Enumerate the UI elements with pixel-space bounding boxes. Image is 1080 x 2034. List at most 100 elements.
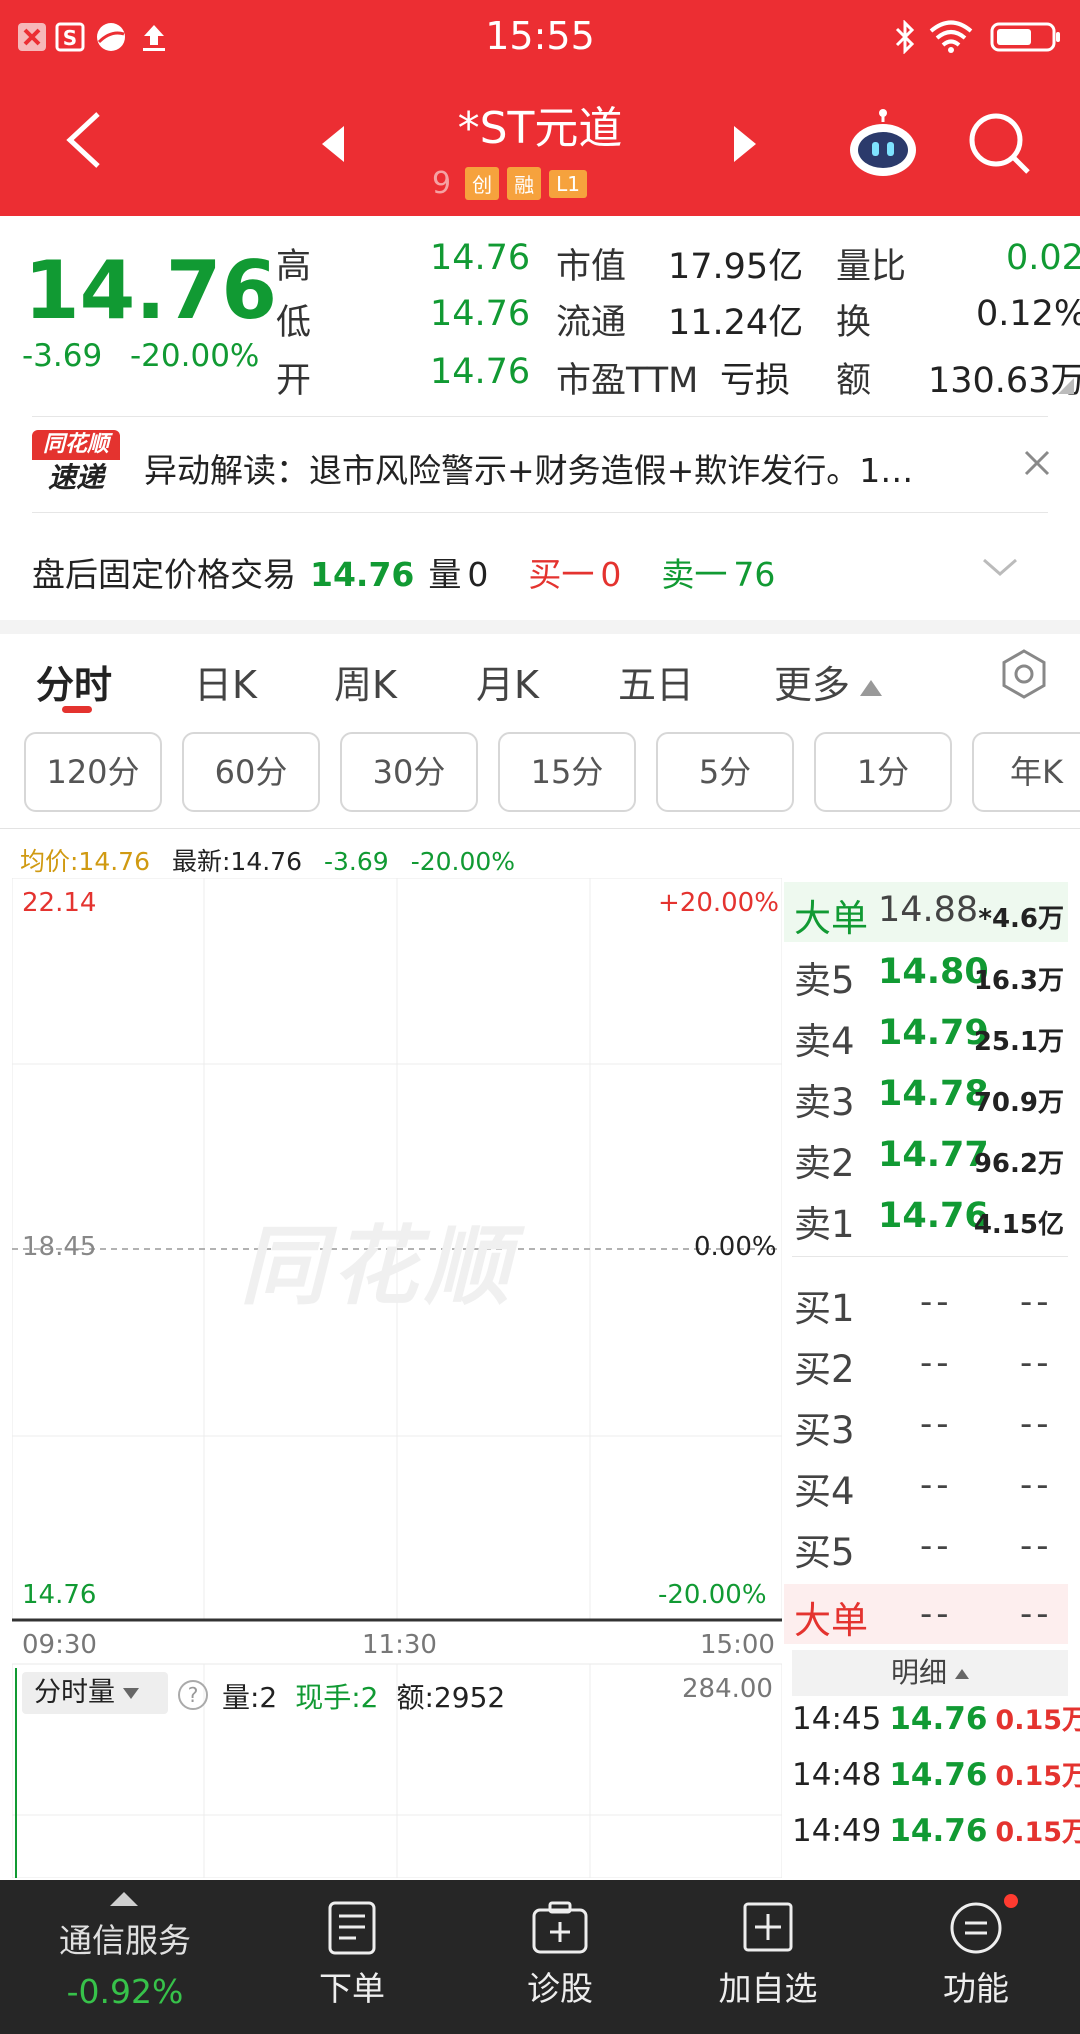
volume-readout: 量:2 bbox=[222, 1681, 278, 1714]
buy-5-row[interactable]: 买5 -- -- bbox=[784, 1516, 1068, 1576]
period-1min[interactable]: 1分 bbox=[814, 732, 952, 812]
time-start-label: 09:30 bbox=[22, 1630, 97, 1660]
price-low-label: 14.76 bbox=[22, 1580, 97, 1610]
diagnose-stock-button[interactable]: 诊股 bbox=[480, 1900, 640, 2010]
chevron-down-icon[interactable] bbox=[980, 552, 1020, 582]
pct-high-label: +20.00% bbox=[658, 888, 779, 918]
notification-dot bbox=[1004, 1894, 1018, 1908]
tab-weekly-k[interactable]: 周K bbox=[334, 654, 397, 709]
sell-2-row[interactable]: 卖2 14.77 96.2万 bbox=[784, 1127, 1068, 1187]
settings-hexagon-icon[interactable] bbox=[998, 648, 1050, 700]
quote-label-low: 低 bbox=[276, 303, 312, 343]
quote-value-float: 11.24亿 bbox=[668, 303, 804, 343]
active-tab-indicator bbox=[62, 706, 92, 713]
sector-name[interactable]: 通信服务 bbox=[0, 1914, 250, 1962]
divider bbox=[32, 512, 1048, 513]
big-order-top[interactable]: 大单 14.88 *4.6万 bbox=[784, 882, 1068, 942]
menu-circle-icon bbox=[950, 1902, 1002, 1954]
search-icon[interactable] bbox=[964, 108, 1034, 178]
bluetooth-icon bbox=[895, 20, 915, 54]
status-bar: S 15:55 bbox=[0, 0, 1080, 72]
amount-readout: 额:2952 bbox=[396, 1681, 506, 1714]
book-divider bbox=[792, 1256, 1068, 1257]
sell-3-row[interactable]: 卖3 14.78 70.9万 bbox=[784, 1066, 1068, 1126]
intraday-chart[interactable] bbox=[12, 878, 782, 1878]
after-hours-vol: 0 bbox=[467, 555, 489, 594]
quote-value-open: 14.76 bbox=[430, 352, 531, 392]
stock-code: 9 bbox=[432, 166, 454, 201]
price-change: -3.69 bbox=[22, 338, 103, 374]
pct-mid-label: 0.00% bbox=[694, 1232, 777, 1262]
triangle-up-icon bbox=[860, 679, 883, 696]
add-square-icon bbox=[743, 1902, 793, 1952]
add-watchlist-button[interactable]: 加自选 bbox=[688, 1900, 848, 2010]
period-120min[interactable]: 120分 bbox=[24, 732, 162, 812]
quote-value-volume-ratio: 0.02 bbox=[1006, 238, 1080, 278]
volume-info: 量:2 现手:2 额:2952 bbox=[222, 1676, 523, 1716]
volume-indicator-selector[interactable]: 分时量 bbox=[22, 1672, 168, 1714]
news-headline[interactable]: 异动解读：退市风险警示+财务造假+欺诈发行。1… bbox=[144, 444, 964, 492]
tick-row: 14:49 14.76 0.15万 bbox=[792, 1813, 1080, 1849]
pct-low-label: -20.00% bbox=[658, 1580, 767, 1610]
tab-daily-k[interactable]: 日K bbox=[194, 654, 257, 709]
wifi-icon bbox=[929, 20, 973, 53]
period-5min[interactable]: 5分 bbox=[656, 732, 794, 812]
price-change-pct: -20.00% bbox=[130, 338, 260, 374]
tab-five-day[interactable]: 五日 bbox=[618, 654, 694, 709]
tick-row: 14:45 14.76 0.15万 bbox=[792, 1701, 1080, 1737]
quote-label-float: 流通 bbox=[556, 303, 627, 343]
expand-up-icon[interactable] bbox=[110, 1892, 138, 1906]
order-form-icon bbox=[328, 1901, 376, 1955]
help-icon[interactable]: ? bbox=[178, 1680, 208, 1710]
quote-label-pe: 市盈TTM bbox=[556, 361, 699, 401]
quote-label-volume-ratio: 量比 bbox=[836, 247, 907, 287]
big-order-bottom[interactable]: 大单 -- -- bbox=[784, 1584, 1068, 1644]
quote-value-market-cap: 17.95亿 bbox=[668, 247, 804, 287]
tab-intraday[interactable]: 分时 bbox=[36, 654, 112, 709]
tick-row: 14:48 14.76 0.15万 bbox=[792, 1757, 1080, 1793]
status-time: 15:55 bbox=[485, 14, 595, 58]
watermark: 同花顺 bbox=[240, 1217, 516, 1317]
tab-more[interactable]: 更多 bbox=[774, 654, 883, 709]
period-tabs: 120分 60分 30分 15分 5分 1分 年K bbox=[0, 732, 1080, 812]
quote-label-market-cap: 市值 bbox=[556, 247, 627, 287]
period-60min[interactable]: 60分 bbox=[182, 732, 320, 812]
bottom-toolbar: 通信服务 -0.92% 下单 诊股 加自选 功能 bbox=[0, 1880, 1080, 2034]
period-15min[interactable]: 15分 bbox=[498, 732, 636, 812]
latest-price-readout: 最新:14.76 bbox=[172, 847, 302, 876]
sell-1-row[interactable]: 卖1 14.76 4.15亿 bbox=[784, 1188, 1068, 1248]
price-high-label: 22.14 bbox=[22, 888, 97, 918]
sector-change-pct: -0.92% bbox=[66, 1972, 184, 2011]
change-pct-readout: -20.00% bbox=[410, 847, 516, 876]
quote-label-open: 开 bbox=[276, 361, 312, 401]
after-hours-label: 盘后固定价格交易 bbox=[32, 555, 296, 594]
news-logo: 同花顺 速递 bbox=[32, 430, 120, 498]
sell-5-row[interactable]: 卖5 14.80 16.3万 bbox=[784, 944, 1068, 1004]
buy-3-row[interactable]: 买3 -- -- bbox=[784, 1394, 1068, 1454]
quote-value-high: 14.76 bbox=[430, 238, 531, 278]
quote-label-high: 高 bbox=[276, 247, 312, 287]
triangle-up-icon bbox=[955, 1669, 969, 1679]
period-yearly-k[interactable]: 年K bbox=[972, 732, 1080, 812]
detail-toggle[interactable]: 明细 bbox=[792, 1650, 1068, 1696]
after-hours-sell1: 76 bbox=[733, 555, 776, 594]
tab-monthly-k[interactable]: 月K bbox=[476, 654, 539, 709]
divider bbox=[0, 828, 1080, 829]
time-end-label: 15:00 bbox=[700, 1630, 775, 1660]
buy-4-row[interactable]: 买4 -- -- bbox=[784, 1455, 1068, 1515]
robot-assistant-icon[interactable] bbox=[846, 108, 920, 182]
quote-value-turnover: 0.12% bbox=[976, 294, 1080, 334]
buy-2-row[interactable]: 买2 -- -- bbox=[784, 1333, 1068, 1393]
order-button[interactable]: 下单 bbox=[272, 1900, 432, 2010]
divider bbox=[32, 416, 1048, 417]
close-icon[interactable] bbox=[1020, 446, 1054, 480]
next-stock-icon[interactable] bbox=[732, 124, 758, 164]
period-30min[interactable]: 30分 bbox=[340, 732, 478, 812]
quote-expand-corner[interactable] bbox=[1058, 378, 1074, 394]
quote-value-pe: 亏损 bbox=[720, 361, 791, 401]
functions-button[interactable]: 功能 bbox=[896, 1900, 1056, 2010]
current-price: 14.76 bbox=[24, 244, 278, 337]
buy-1-row[interactable]: 买1 -- -- bbox=[784, 1272, 1068, 1332]
sell-4-row[interactable]: 卖4 14.79 25.1万 bbox=[784, 1005, 1068, 1065]
after-hours-row[interactable]: 盘后固定价格交易 14.76 量 0 买一 0 卖一 76 bbox=[32, 548, 789, 596]
